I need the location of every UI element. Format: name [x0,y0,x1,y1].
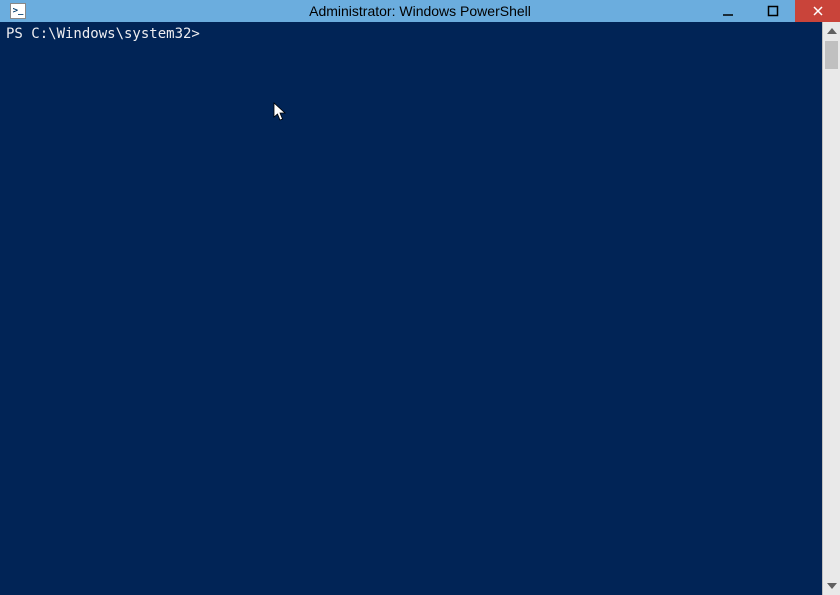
scroll-track[interactable] [823,40,840,577]
console-output[interactable]: PS C:\Windows\system32> [0,22,822,595]
vertical-scrollbar[interactable] [822,22,840,595]
scroll-down-button[interactable] [823,577,840,595]
prompt-text: PS C:\Windows\system32> [6,26,200,42]
minimize-button[interactable] [705,0,750,22]
close-button[interactable] [795,0,840,22]
powershell-window: >_ Administrator: Windows PowerShell [0,0,840,595]
maximize-button[interactable] [750,0,795,22]
scroll-up-button[interactable] [823,22,840,40]
titlebar[interactable]: >_ Administrator: Windows PowerShell [0,0,840,22]
powershell-icon: >_ [10,3,26,19]
console-area[interactable]: PS C:\Windows\system32> [0,22,840,595]
window-controls [705,0,840,22]
scroll-thumb[interactable] [825,41,838,69]
